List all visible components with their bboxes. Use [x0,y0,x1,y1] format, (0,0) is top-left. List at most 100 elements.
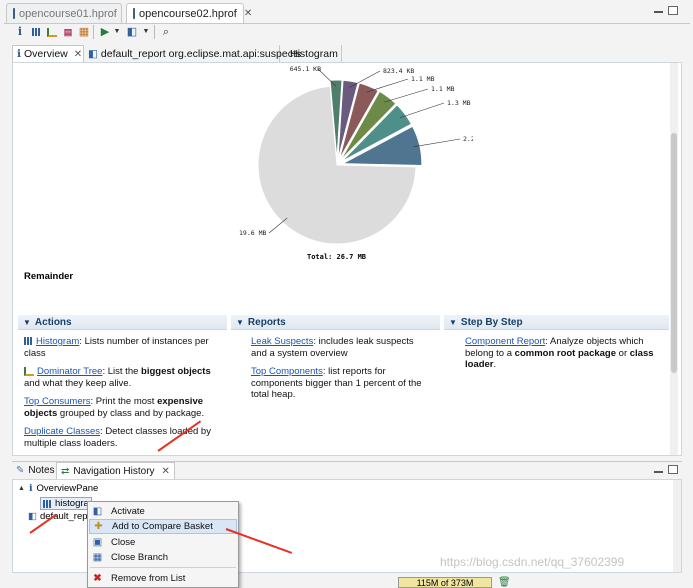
toolbar-separator [154,25,155,39]
tab-overview[interactable]: i Overview ✕ [12,45,84,62]
reports-body: Leak Suspects: includes leak suspects an… [251,336,431,408]
expand-triangle-icon[interactable]: ▲ [18,485,25,492]
dominator-tree-icon [24,366,34,376]
pie-label: 823.4 KB [383,67,414,75]
thread-icon[interactable]: ▦ [78,26,90,38]
actions-header[interactable]: ▼ Actions [18,315,227,330]
reports-header[interactable]: ▼ Reports [231,315,440,330]
histogram-link[interactable]: Histogram [36,336,79,347]
scrollbar-thumb[interactable] [671,133,677,373]
report-top-components: Top Components: list reports for compone… [251,366,431,401]
close-icon[interactable]: ✕ [244,8,252,19]
tab-histogram[interactable]: Histogram [280,45,342,62]
top-consumers-link[interactable]: Top Consumers [24,396,91,407]
pie-label: 19.6 MB [239,229,266,237]
actions-title: Actions [34,316,72,328]
nav-item-default-report[interactable]: ◧ default_rep [28,511,88,522]
pie-label: 1.1 MB [431,85,455,93]
tab-label: Navigation History [73,465,155,477]
action-top-consumers: Top Consumers: Print the most expensive … [24,396,224,419]
pie-leader-line [399,102,445,119]
heap-status: 115M of 373M [398,577,492,588]
pie-leader-line [384,88,429,103]
histogram-icon[interactable] [30,26,42,38]
pie-label: 1.3 MB [447,99,471,107]
dominator-tree-link[interactable]: Dominator Tree [37,366,102,377]
report-icon: ◧ [28,511,37,522]
menu-item-add-to-compare-basket[interactable]: ✚ Add to Compare Basket [89,519,237,534]
report-icon: ◧ [88,47,98,60]
histogram-icon [43,499,52,508]
minimize-icon[interactable] [654,471,663,473]
info-icon: i [17,48,21,60]
pie-caption: Remainder [24,271,74,282]
nav-item-label: OverviewPane [36,483,99,494]
pie-label: 2.2 MB [463,135,473,143]
leak-suspects-link[interactable]: Leak Suspects [251,336,313,347]
oql-icon[interactable]: ▤ [62,26,74,38]
menu-separator [90,567,236,568]
step-text: . [493,359,497,370]
query-browser-icon[interactable]: ◧ [126,26,138,38]
run-report-icon[interactable]: ▶ [99,26,111,38]
toolbar-separator [93,25,94,39]
menu-item-remove-from-list[interactable]: ✖ Remove from List [89,571,237,586]
action-duplicate-classes: Duplicate Classes: Detect classes loaded… [24,426,224,449]
maximize-icon[interactable] [668,6,678,15]
step-text: or [616,347,630,359]
dominator-tree-icon[interactable] [46,26,58,38]
vertical-scrollbar[interactable] [670,63,678,455]
nav-item-label: histogra [55,498,89,509]
action-text: : List the [102,366,142,377]
chevron-down-icon: ▼ [23,317,31,327]
search-icon[interactable]: ⌕ [160,26,172,38]
minimize-icon[interactable] [654,11,663,13]
tab-navigation-history[interactable]: ⇄ Navigation History ✕ [56,462,175,479]
editor-tab-label: opencourse01.hprof [19,7,117,20]
tab-default-report[interactable]: ◧ default_report org.eclipse.mat.api:sus… [84,45,301,62]
actions-body: Histogram: Lists number of instances per… [24,336,224,455]
heap-dump-icon [13,8,15,19]
nav-item-histogram[interactable]: histogra [40,497,92,510]
tab-label: default_report org.eclipse.mat.api:suspe… [100,47,302,60]
pie-label: 1.1 MB [411,75,435,83]
editor-tab-opencourse01[interactable]: opencourse01.hprof [6,3,122,23]
action-dominator: Dominator Tree: List the biggest objects… [24,366,224,389]
activate-icon: ◧ [92,506,103,517]
top-components-link[interactable]: Top Components [251,366,323,377]
menu-item-label: Remove from List [111,573,186,584]
duplicate-classes-link[interactable]: Duplicate Classes [24,426,100,437]
garbage-collect-icon[interactable]: 🗑 [498,577,511,588]
dropdown-icon[interactable]: ▼ [111,26,123,38]
pie-label: 645.1 KB [290,65,321,73]
close-icon[interactable]: ✕ [162,466,170,477]
heap-dump-icon [133,8,135,19]
chevron-down-icon: ▼ [236,317,244,327]
editor-tab-label: opencourse02.hprof [139,7,237,20]
context-menu: ◧ Activate ✚ Add to Compare Basket ▣ Clo… [87,501,239,588]
menu-item-activate[interactable]: ◧ Activate [89,504,237,519]
overview-pane: 645.1 KB823.4 KB1.1 MB1.1 MB1.3 MB2.2 MB… [12,62,682,456]
histogram-icon [24,337,33,346]
info-icon[interactable]: i [14,26,26,38]
tab-notes[interactable]: ✎ Notes [12,462,59,479]
menu-item-label: Activate [111,506,145,517]
step-bold: common root package [514,347,617,359]
report-leak-suspects: Leak Suspects: includes leak suspects an… [251,336,431,359]
close-icon[interactable]: ✕ [74,49,82,60]
menu-item-label: Close Branch [111,552,169,563]
tab-label: Overview [24,48,68,60]
vertical-scrollbar[interactable] [673,480,681,572]
navigation-history-icon: ⇄ [61,465,70,477]
component-report-link[interactable]: Component Report [465,336,545,347]
editor-tab-opencourse02[interactable]: opencourse02.hprof ✕ [126,3,252,23]
nav-item-overview[interactable]: ▲ i OverviewPane [18,483,98,494]
action-bold: biggest objects [141,366,211,377]
menu-item-close[interactable]: ▣ Close [89,535,237,550]
step-by-step-header[interactable]: ▼ Step By Step [444,315,669,330]
menu-item-close-branch[interactable]: ▦ Close Branch [89,550,237,565]
tab-divider [4,23,690,24]
dropdown-icon[interactable]: ▼ [140,26,152,38]
notes-icon: ✎ [16,465,25,476]
maximize-icon[interactable] [668,465,678,474]
